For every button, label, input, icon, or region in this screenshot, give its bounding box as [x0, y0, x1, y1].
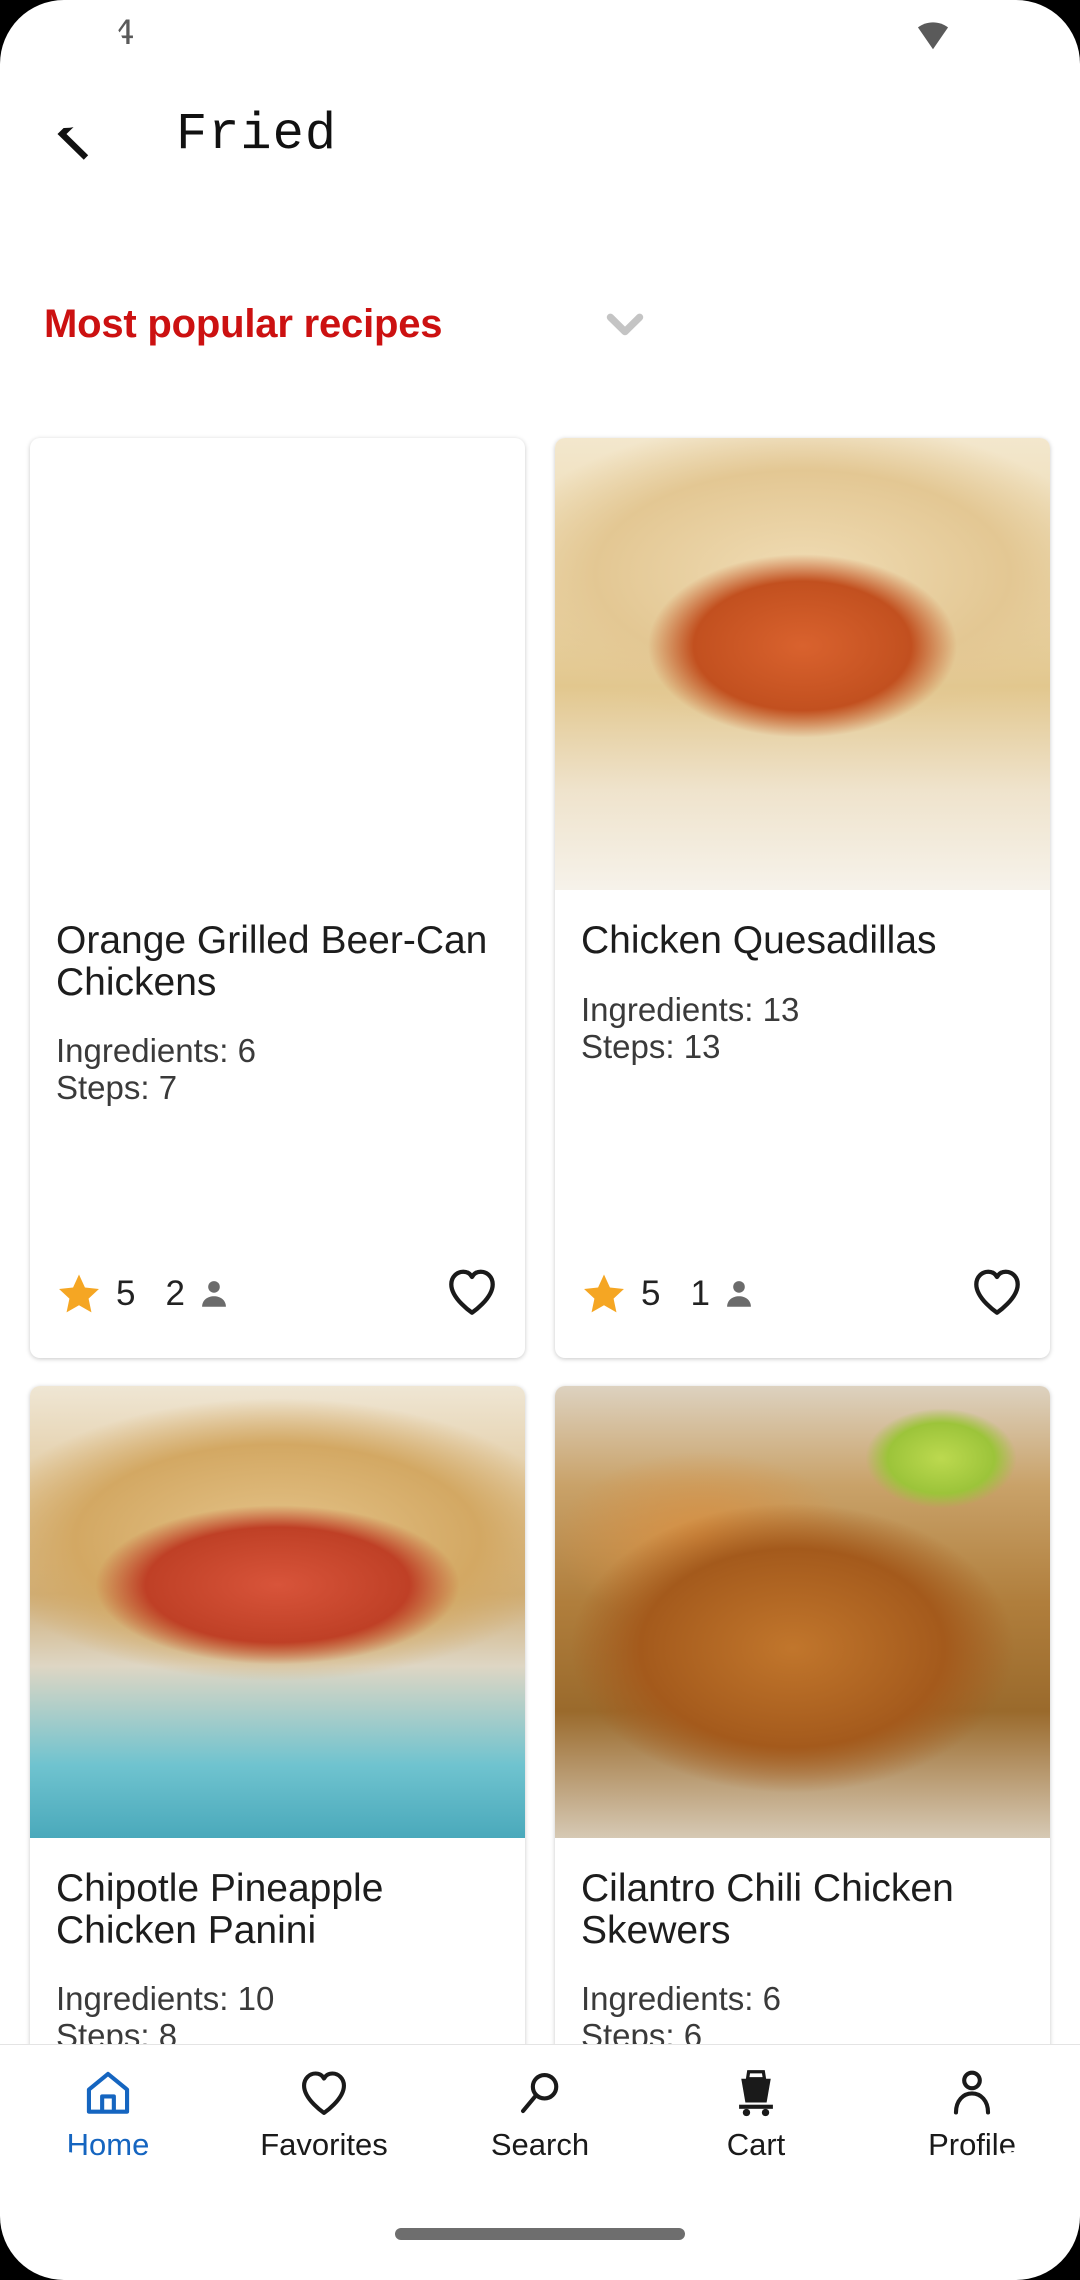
heart-icon [302, 2070, 346, 2115]
home-icon [86, 2071, 130, 2114]
section-header: Most popular recipes [0, 282, 1080, 366]
favorite-button[interactable] [445, 1265, 499, 1324]
panini-photo [30, 1386, 525, 1838]
corner-bottom-left [0, 2152, 128, 2280]
section-sort-dropdown[interactable] [584, 283, 666, 365]
home-indicator[interactable] [395, 2228, 685, 2240]
corner-top-right [952, 0, 1080, 128]
recipe-ingredients: Ingredients: 13 [581, 990, 800, 1028]
people-count: 1 [690, 1274, 710, 1313]
recipe-title: Chicken Quesadillas [581, 919, 937, 962]
people-count: 2 [165, 1274, 185, 1313]
app-bar: Fried [0, 70, 1080, 198]
recipe-card[interactable]: Chicken Quesadillas Ingredients: 13 Step… [555, 438, 1050, 1358]
recipe-title: Orange Grilled Beer-Can Chickens [56, 919, 488, 1004]
nav-label-cart: Cart [726, 2126, 786, 2162]
heart-outline-icon [974, 1269, 1020, 1315]
recipe-ingredients: Ingredients: 6 [581, 1980, 781, 2018]
recipe-title: Chipotle Pineapple Chicken Panini [56, 1867, 384, 1952]
nav-label-search: Search [490, 2126, 590, 2162]
recipe-card[interactable]: Orange Grilled Beer-Can Chickens Ingredi… [30, 438, 525, 1358]
person-icon [727, 1281, 751, 1307]
person-icon [202, 1281, 226, 1307]
rating-group: 5 1 [581, 1271, 756, 1317]
app-screen: 3:04 Fried Most popular recipes [0, 0, 1080, 2280]
recipe-ingredients: Ingredients: 10 [56, 1980, 275, 2018]
rating-group: 5 2 [56, 1271, 231, 1317]
favorite-button[interactable] [970, 1265, 1024, 1324]
quesadilla-photo [555, 438, 1050, 890]
status-bar: 3:04 [0, 0, 1080, 70]
chicken-skewers-photo [555, 1386, 1050, 1838]
corner-top-left [0, 0, 128, 128]
nav-item-favorites[interactable]: Favorites [216, 2045, 432, 2184]
recipe-steps: Steps: 13 [581, 1027, 721, 1065]
roast-chicken-photo [30, 438, 525, 890]
recipe-grid: Orange Grilled Beer-Can Chickens Ingredi… [0, 438, 1080, 2280]
corner-bottom-right [952, 2152, 1080, 2280]
star-icon [59, 1274, 99, 1313]
wifi-icon [917, 22, 949, 50]
person-icon [953, 2070, 991, 2115]
recipe-card-body: Chicken Quesadillas Ingredients: 13 Step… [555, 890, 1050, 1254]
nav-label-favorites: Favorites [260, 2126, 388, 2162]
recipe-card-footer: 5 1 [555, 1254, 1050, 1358]
recipe-ingredients: Ingredients: 6 [56, 1032, 256, 1070]
rating-value: 5 [641, 1274, 661, 1313]
nav-item-cart[interactable]: Cart [648, 2045, 864, 2184]
recipe-title: Cilantro Chili Chicken Skewers [581, 1867, 954, 1952]
cart-icon [739, 2069, 773, 2116]
chevron-down-icon [607, 313, 644, 336]
recipe-card-body: Orange Grilled Beer-Can Chickens Ingredi… [30, 890, 525, 1254]
search-icon [521, 2072, 559, 2113]
recipe-steps: Steps: 7 [56, 1069, 178, 1107]
heart-outline-icon [449, 1269, 495, 1315]
page-title: Fried [176, 104, 338, 164]
bottom-nav: Home Favorites Search Cart Profile [0, 2044, 1080, 2184]
recipe-card-footer: 5 2 [30, 1254, 525, 1358]
section-title: Most popular recipes [44, 301, 443, 346]
rating-value: 5 [116, 1274, 136, 1313]
nav-item-search[interactable]: Search [432, 2045, 648, 2184]
star-icon [584, 1274, 624, 1313]
